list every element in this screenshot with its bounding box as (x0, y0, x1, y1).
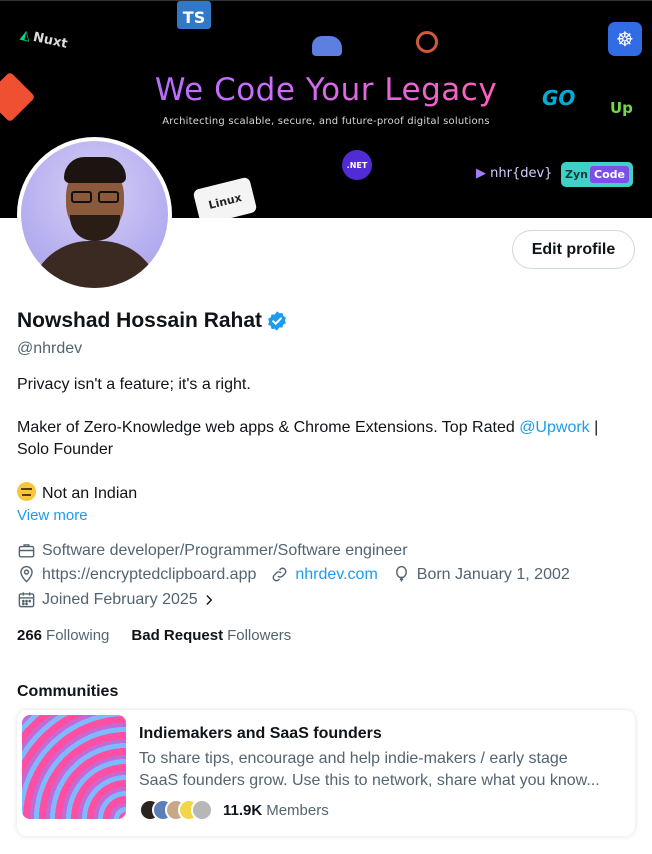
profession-text: Software developer/Programmer/Software e… (42, 541, 408, 559)
communities-heading: Communities (17, 683, 119, 700)
community-card[interactable]: Indiemakers and SaaS founders To share t… (17, 710, 635, 836)
bio-line: Privacy isn't a feature; it's a right. (17, 376, 251, 393)
upwork-logo: Up (610, 99, 633, 117)
followers-link[interactable]: Bad Request Followers (131, 627, 291, 644)
avatar-hair (64, 157, 126, 183)
community-members[interactable]: 11.9K Members (139, 799, 329, 821)
rust-logo (416, 31, 438, 53)
avatar-body (29, 241, 161, 288)
profile-meta-links: https://encryptedclipboard.app nhrdev.co… (17, 565, 584, 584)
typescript-logo: TS (177, 1, 211, 29)
location-pin-icon (20, 565, 33, 583)
upwork-mention-link[interactable]: @Upwork (519, 419, 589, 436)
nhrdev-logo: ▶ nhr{dev} (476, 166, 553, 181)
calendar-icon (18, 592, 35, 608)
location-text: https://encryptedclipboard.app (42, 565, 257, 583)
bio-line: Maker of Zero-Knowledge web apps & Chrom… (17, 419, 599, 436)
profile-meta-profession: Software developer/Programmer/Software e… (17, 541, 422, 560)
community-image (22, 715, 126, 819)
community-description: To share tips, encourage and help indie-… (139, 750, 600, 789)
cloud-logo (312, 36, 342, 56)
avatar-beard (70, 215, 120, 241)
profile-handle: @nhrdev (17, 340, 83, 357)
top-divider (0, 0, 652, 1)
member-avatars (139, 799, 213, 821)
community-title[interactable]: Indiemakers and SaaS founders (139, 725, 382, 743)
website-link[interactable]: nhrdev.com (295, 566, 377, 584)
profile-bio: Privacy isn't a feature; it's a right. M… (17, 374, 632, 505)
linux-logo: Linux (192, 176, 258, 218)
profile-name: Nowshad Hossain Rahat (17, 309, 263, 332)
balloon-icon (395, 565, 407, 582)
briefcase-icon (18, 544, 35, 558)
expressionless-face-emoji-icon (17, 482, 36, 501)
chevron-right-icon[interactable] (202, 593, 216, 607)
edit-profile-button[interactable]: Edit profile (512, 230, 635, 269)
nuxt-logo: ◭Nuxt (18, 27, 69, 52)
profile-meta-joined[interactable]: Joined February 2025 (17, 590, 236, 609)
following-link[interactable]: 266 Following (17, 627, 109, 644)
avatar[interactable] (21, 141, 168, 288)
link-icon (272, 567, 287, 582)
birthday-text: Born January 1, 2002 (416, 565, 570, 583)
bio-line: Solo Founder (17, 441, 114, 458)
profile-name-row: Nowshad Hossain Rahat (17, 309, 288, 333)
go-logo: GO (542, 86, 576, 110)
dotnet-logo: .NET (342, 150, 372, 180)
zyncode-logo: Zyn Code (561, 162, 633, 187)
view-more-link[interactable]: View more (17, 507, 88, 524)
follow-stats: 266 Following Bad Request Followers (17, 627, 291, 644)
kubernetes-logo: ☸ (608, 22, 642, 56)
bio-line: Not an Indian (17, 482, 632, 505)
joined-text: Joined February 2025 (42, 590, 198, 608)
verified-badge-icon[interactable] (266, 310, 288, 332)
banner-subtitle: Architecting scalable, secure, and futur… (162, 116, 490, 127)
avatar-glasses (71, 191, 119, 203)
